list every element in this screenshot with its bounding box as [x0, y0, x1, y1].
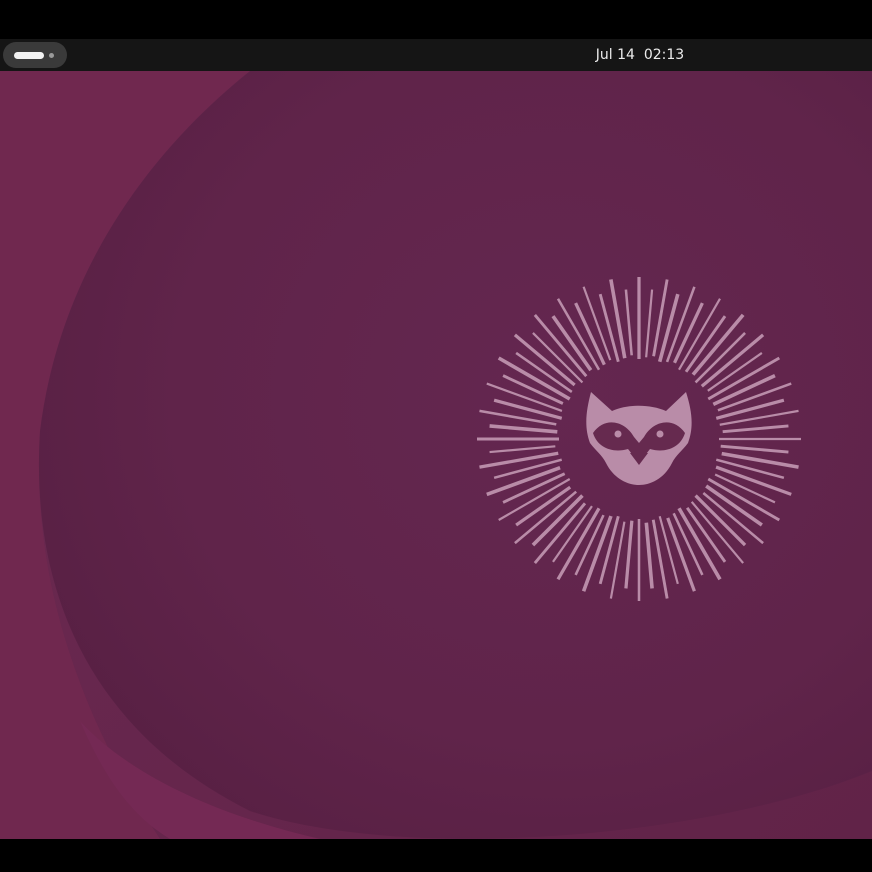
raccoon-eye	[614, 430, 622, 438]
wallpaper-art	[0, 71, 872, 839]
clock-date: Jul 14	[595, 47, 635, 63]
clock-time: 02:13	[643, 47, 685, 63]
raccoon-eye	[656, 430, 664, 438]
active-workspace-indicator	[14, 52, 44, 59]
desktop-wallpaper[interactable]	[0, 71, 872, 839]
screen: Jul 14 02:13	[0, 0, 872, 872]
wallpaper-sphere	[38, 71, 872, 839]
top-bar: Jul 14 02:13	[0, 39, 872, 71]
bottom-letterbox	[0, 839, 872, 872]
inactive-workspace-indicator	[49, 53, 54, 58]
activities-button[interactable]	[3, 42, 67, 68]
clock-button[interactable]: Jul 14 02:13	[560, 39, 720, 71]
